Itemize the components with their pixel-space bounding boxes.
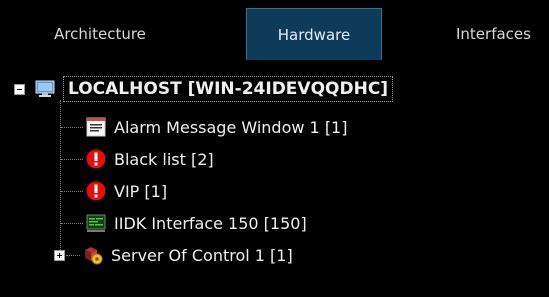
tab-architecture[interactable]: Architecture <box>30 8 170 60</box>
tab-interfaces[interactable]: Interfaces <box>440 8 549 60</box>
interface-icon <box>86 213 106 233</box>
tree-node-label: LOCALHOST [WIN-24IDEVQQDHC] <box>63 76 394 102</box>
tree-connector-line <box>61 127 83 128</box>
tree-root-node[interactable]: LOCALHOST [WIN-24IDEVQQDHC] <box>14 74 394 104</box>
collapse-toggle[interactable] <box>14 83 25 95</box>
tree-node-server-of-control[interactable]: Server Of Control 1 [1] <box>54 240 293 270</box>
alarm-window-icon <box>86 117 106 137</box>
computer-icon <box>35 79 55 99</box>
tree-node-alarm-message-window[interactable]: Alarm Message Window 1 [1] <box>86 112 347 142</box>
tree-node-iidk-interface[interactable]: IIDK Interface 150 [150] <box>86 208 307 238</box>
tree-node-label: Black list [2] <box>114 149 214 169</box>
tab-hardware[interactable]: Hardware <box>246 8 382 60</box>
tree-node-label: Server Of Control 1 [1] <box>111 245 293 265</box>
hardware-tree: LOCALHOST [WIN-24IDEVQQDHC] Alarm Messag… <box>0 64 549 297</box>
tree-connector-line <box>61 223 83 224</box>
server-control-icon <box>83 245 103 265</box>
alert-icon <box>86 149 106 169</box>
tree-node-label: IIDK Interface 150 [150] <box>114 213 307 233</box>
alert-icon <box>86 181 106 201</box>
tree-node-black-list[interactable]: Black list [2] <box>86 144 214 174</box>
app-window: Architecture Hardware Interfaces LOCALHO… <box>0 0 549 297</box>
tree-node-label: Alarm Message Window 1 [1] <box>114 117 348 137</box>
tab-bar: Architecture Hardware Interfaces <box>0 0 549 64</box>
tree-node-label: VIP [1] <box>114 181 168 201</box>
tree-connector-line <box>61 191 83 192</box>
tree-connector-line <box>61 159 83 160</box>
tree-connector-line <box>60 100 61 260</box>
expand-toggle[interactable] <box>54 249 65 261</box>
tree-node-vip[interactable]: VIP [1] <box>86 176 167 206</box>
